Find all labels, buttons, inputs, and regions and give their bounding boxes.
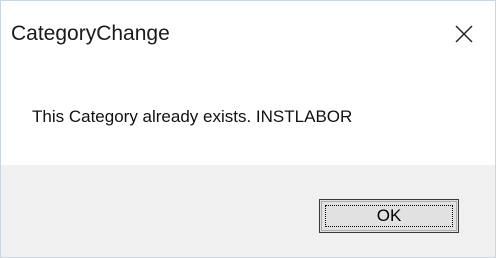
dialog-title: CategoryChange bbox=[11, 22, 170, 45]
title-bar[interactable]: CategoryChange bbox=[1, 1, 495, 69]
ok-button-label: OK bbox=[376, 206, 402, 225]
close-icon bbox=[454, 24, 474, 44]
dialog-message: This Category already exists. INSTLABOR bbox=[32, 107, 353, 126]
dialog-footer: OK bbox=[1, 165, 495, 257]
ok-button[interactable]: OK bbox=[319, 199, 459, 233]
message-dialog: CategoryChange This Category already exi… bbox=[0, 0, 496, 258]
close-button[interactable] bbox=[441, 13, 487, 55]
dialog-content: This Category already exists. INSTLABOR bbox=[1, 69, 495, 165]
